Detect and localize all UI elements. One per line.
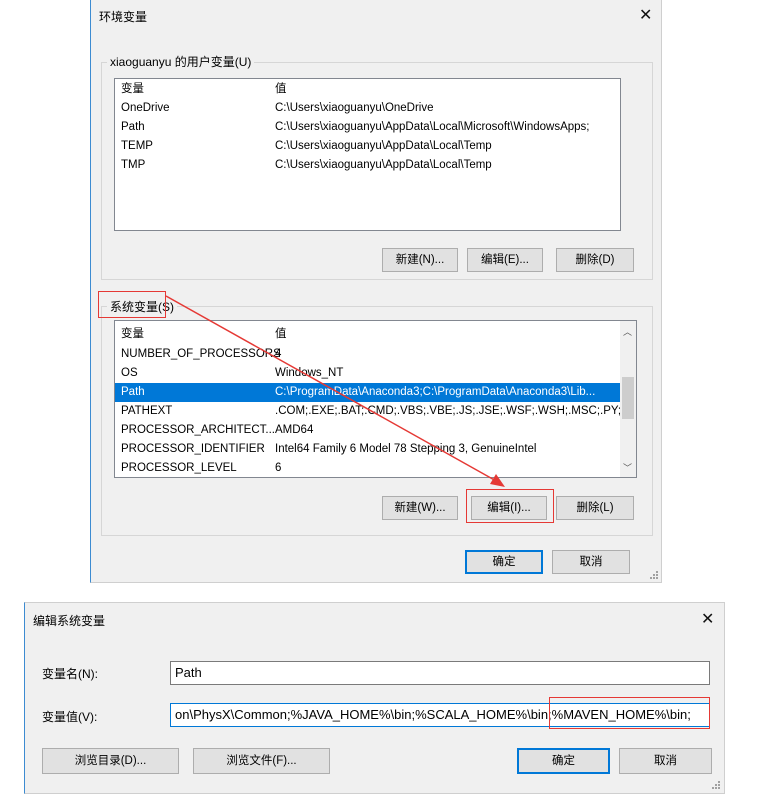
variable-value: 4 — [275, 348, 282, 360]
variable-name: NUMBER_OF_PROCESSORS — [121, 348, 281, 360]
list-header: 变量 值 — [115, 80, 620, 99]
table-row[interactable]: TMP C:\Users\xiaoguanyu\AppData\Local\Te… — [115, 156, 620, 175]
scroll-down-icon[interactable]: ﹀ — [623, 461, 632, 474]
system-variables-label: 系统变量(S) — [107, 298, 177, 315]
variable-value: Intel64 Family 6 Model 78 Stepping 3, Ge… — [275, 443, 537, 455]
system-new-button[interactable]: 新建(W)... — [382, 496, 458, 520]
close-icon[interactable]: ✕ — [701, 609, 714, 629]
user-variables-list[interactable]: 变量 值 OneDrive C:\Users\xiaoguanyu\OneDri… — [114, 78, 621, 231]
user-edit-button[interactable]: 编辑(E)... — [467, 248, 543, 272]
variable-name: TEMP — [121, 140, 153, 152]
scrollbar[interactable]: ︿ ﹀ — [620, 321, 636, 477]
cancel-button[interactable]: 取消 — [552, 550, 630, 574]
table-row[interactable]: OneDrive C:\Users\xiaoguanyu\OneDrive — [115, 99, 620, 118]
column-header-name[interactable]: 变量 — [121, 80, 144, 99]
edit-dialog-title: 编辑系统变量 — [33, 614, 106, 628]
resize-grip-icon[interactable] — [649, 570, 659, 580]
scrollbar-thumb[interactable] — [622, 377, 634, 419]
cancel-button[interactable]: 取消 — [619, 748, 712, 774]
variable-name: PROCESSOR_LEVEL — [121, 462, 237, 474]
table-row[interactable]: PROCESSOR_IDENTIFIER Intel64 Family 6 Mo… — [115, 440, 620, 459]
browse-file-button[interactable]: 浏览文件(F)... — [193, 748, 330, 774]
user-variables-label: xiaoguanyu 的用户变量(U) — [107, 53, 255, 70]
env-variables-dialog: 环境变量 ✕ xiaoguanyu 的用户变量(U) 变量 值 OneDrive… — [90, 0, 662, 583]
variable-value: C:\Users\xiaoguanyu\AppData\Local\Temp — [275, 159, 492, 171]
variable-name: Path — [121, 121, 145, 133]
variable-name: Path — [121, 386, 145, 398]
system-variables-list[interactable]: 变量 值 NUMBER_OF_PROCESSORS 4 OS Windows_N… — [114, 320, 637, 478]
variable-name: PROCESSOR_IDENTIFIER — [121, 443, 265, 455]
variable-value: AMD64 — [275, 424, 314, 436]
variable-name: PATHEXT — [121, 405, 173, 417]
user-delete-button[interactable]: 删除(D) — [556, 248, 634, 272]
table-row[interactable]: NUMBER_OF_PROCESSORS 4 — [115, 345, 620, 364]
variable-name: OneDrive — [121, 102, 170, 114]
close-icon[interactable]: ✕ — [639, 5, 652, 25]
variable-name: PROCESSOR_ARCHITECT... — [121, 424, 275, 436]
variable-value-input[interactable]: on\PhysX\Common;%JAVA_HOME%\bin;%SCALA_H… — [170, 703, 710, 727]
scroll-up-icon[interactable]: ︿ — [623, 325, 632, 338]
column-header-value[interactable]: 值 — [275, 325, 287, 344]
table-row[interactable]: TEMP C:\Users\xiaoguanyu\AppData\Local\T… — [115, 137, 620, 156]
variable-name-input[interactable]: Path — [170, 661, 710, 685]
table-row[interactable]: OS Windows_NT — [115, 364, 620, 383]
table-row[interactable]: PATHEXT .COM;.EXE;.BAT;.CMD;.VBS;.VBE;.J… — [115, 402, 636, 421]
variable-value: .COM;.EXE;.BAT;.CMD;.VBS;.VBE;.JS;.JSE;.… — [275, 405, 637, 417]
variable-value: C:\ProgramData\Anaconda3;C:\ProgramData\… — [275, 386, 596, 398]
variable-name: TMP — [121, 159, 146, 171]
user-new-button[interactable]: 新建(N)... — [382, 248, 458, 272]
column-header-name[interactable]: 变量 — [121, 325, 144, 344]
variable-value-label: 变量值(V): — [42, 710, 98, 724]
variable-value: C:\Users\xiaoguanyu\OneDrive — [275, 102, 434, 114]
browse-directory-button[interactable]: 浏览目录(D)... — [42, 748, 179, 774]
table-row[interactable]: PROCESSOR_ARCHITECT... AMD64 — [115, 421, 620, 440]
table-row[interactable]: Path C:\Users\xiaoguanyu\AppData\Local\M… — [115, 118, 620, 137]
variable-value: C:\Users\xiaoguanyu\AppData\Local\Micros… — [275, 121, 590, 133]
variable-value: Windows_NT — [275, 367, 344, 379]
system-edit-button[interactable]: 编辑(I)... — [471, 496, 547, 520]
system-delete-button[interactable]: 删除(L) — [556, 496, 634, 520]
variable-name: OS — [121, 367, 138, 379]
resize-grip-icon[interactable] — [711, 780, 721, 790]
table-row[interactable]: PROCESSOR_LEVEL 6 — [115, 459, 620, 477]
ok-button[interactable]: 确定 — [517, 748, 610, 774]
edit-system-variable-dialog: 编辑系统变量 ✕ 变量名(N): Path 变量值(V): on\PhysX\C… — [24, 602, 725, 794]
variable-name-label: 变量名(N): — [42, 667, 98, 681]
env-dialog-title: 环境变量 — [99, 10, 148, 24]
table-row-selected[interactable]: Path C:\ProgramData\Anaconda3;C:\Program… — [115, 383, 620, 402]
column-header-value[interactable]: 值 — [275, 80, 287, 99]
variable-value: 6 — [275, 462, 282, 474]
variable-value: C:\Users\xiaoguanyu\AppData\Local\Temp — [275, 140, 492, 152]
ok-button[interactable]: 确定 — [465, 550, 543, 574]
list-header: 变量 值 — [115, 325, 620, 344]
